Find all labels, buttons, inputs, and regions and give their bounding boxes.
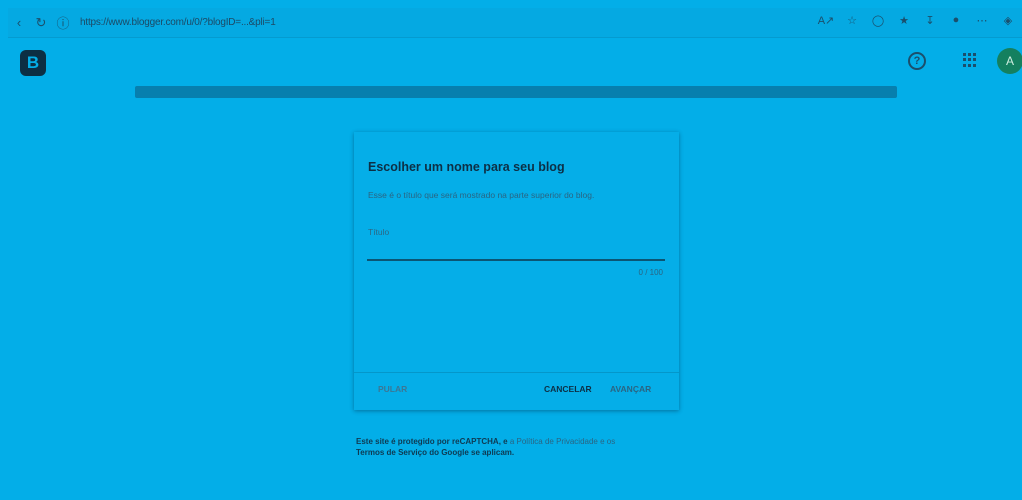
dialog-divider: [354, 372, 679, 373]
address-bar[interactable]: https://www.blogger.com/u/0/?blogID=...&…: [80, 17, 276, 28]
downloads-icon[interactable]: ↧: [922, 12, 938, 28]
browser-actions: A↗ ☆ ◯ ★ ↧ ● ⋯ ◈: [818, 12, 1016, 28]
browser-toolbar: ‹ ↻ ⓘ https://www.blogger.com/u/0/?blogI…: [8, 8, 1022, 38]
privacy-policy-link[interactable]: a Política de Privacidade e os: [508, 437, 615, 446]
next-button[interactable]: AVANÇAR: [610, 384, 651, 394]
app-header: B ? A: [8, 38, 1022, 86]
recaptcha-line1: Este site é protegido por reCAPTCHA, e: [356, 437, 508, 446]
dialog-description: Esse é o título que será mostrado na par…: [368, 190, 595, 200]
favorites-bar-icon[interactable]: ★: [896, 12, 912, 28]
favorite-icon[interactable]: ☆: [844, 12, 860, 28]
header-strip: [135, 86, 897, 98]
blog-title-input[interactable]: [367, 239, 665, 261]
dialog-title: Escolher um nome para seu blog: [368, 160, 565, 174]
profile-icon[interactable]: ●: [948, 12, 964, 28]
help-icon[interactable]: ?: [908, 52, 926, 70]
site-info-icon[interactable]: ⓘ: [52, 12, 74, 34]
edge-copilot-icon[interactable]: ◈: [1000, 12, 1016, 28]
read-aloud-icon[interactable]: A↗: [818, 12, 835, 28]
blogger-logo[interactable]: B: [20, 50, 46, 76]
cancel-button[interactable]: CANCELAR: [544, 384, 592, 394]
avatar[interactable]: A: [997, 48, 1022, 74]
back-icon[interactable]: ‹: [8, 12, 30, 34]
apps-grid-icon[interactable]: [963, 53, 977, 67]
recaptcha-notice: Este site é protegido por reCAPTCHA, e a…: [356, 436, 686, 458]
title-field-label: Título: [368, 227, 390, 237]
more-icon[interactable]: ⋯: [974, 12, 990, 28]
terms-of-service-link[interactable]: Termos de Serviço do Google se aplicam.: [356, 448, 514, 457]
char-counter: 0 / 100: [638, 268, 663, 277]
refresh-icon[interactable]: ↻: [30, 12, 52, 34]
blog-name-dialog: Escolher um nome para seu blog Esse é o …: [354, 132, 679, 410]
skip-button[interactable]: PULAR: [378, 384, 407, 394]
extensions-icon[interactable]: ◯: [870, 12, 886, 28]
